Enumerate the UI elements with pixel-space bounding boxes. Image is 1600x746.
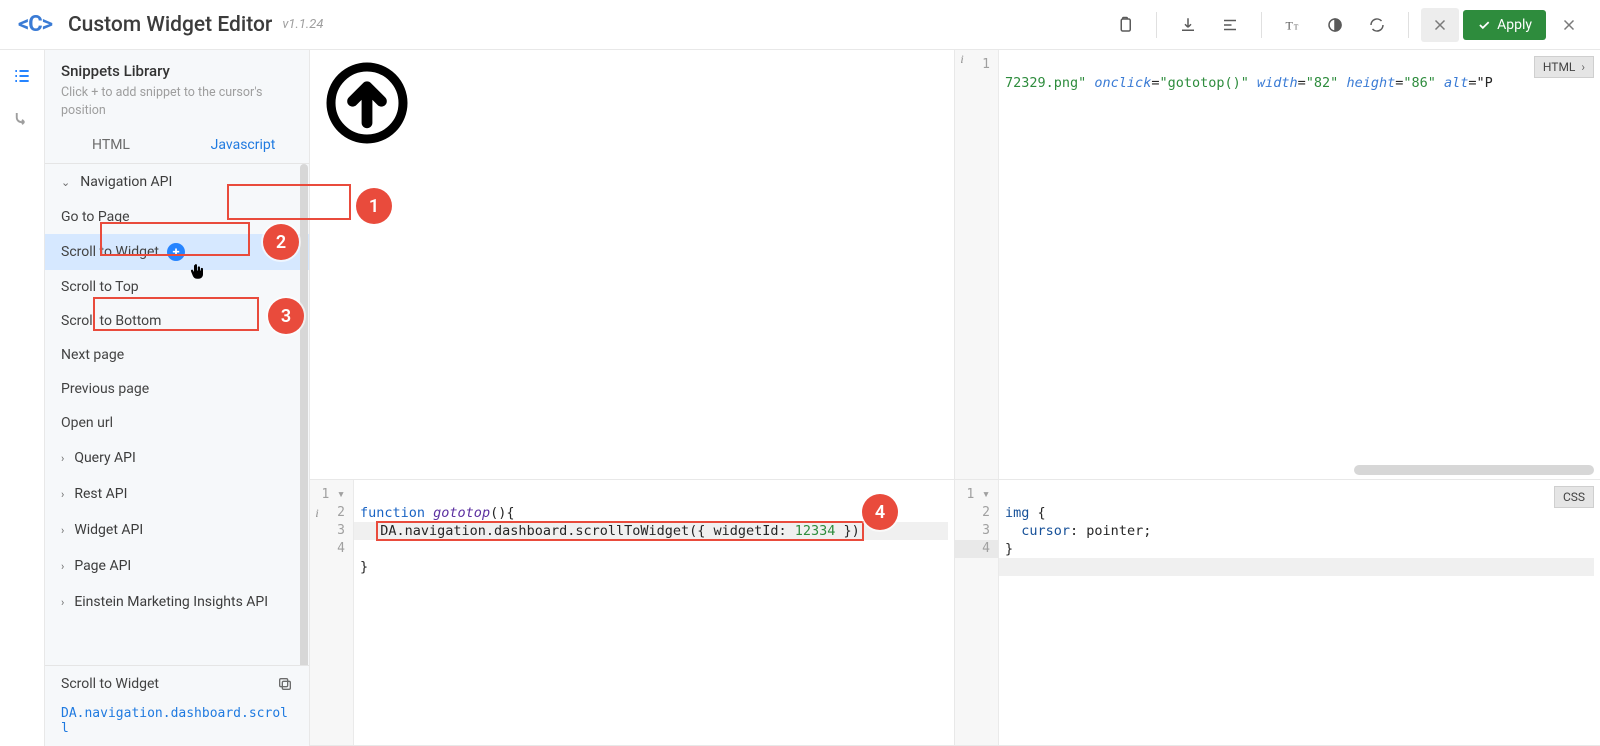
h-scrollbar[interactable] (1354, 465, 1594, 475)
svg-text:T: T (1294, 22, 1299, 31)
html-badge[interactable]: HTML (1534, 56, 1594, 78)
chevron-right-icon: › (61, 596, 64, 609)
group-rest-api[interactable]: › Rest API (45, 476, 309, 512)
sidebar-item-next-page[interactable]: Next page (45, 338, 309, 372)
preview-title: Scroll to Widget (61, 676, 159, 692)
tab-javascript[interactable]: Javascript (177, 127, 309, 163)
page-title: Custom Widget Editor (68, 13, 272, 37)
group-query-api[interactable]: › Query API (45, 440, 309, 476)
info-gutter-icon: i (310, 504, 324, 522)
scrollbar[interactable] (300, 164, 308, 665)
gotop-preview-icon[interactable] (322, 58, 412, 148)
list-icon[interactable] (12, 66, 32, 91)
sidebar-title: Snippets Library (45, 50, 309, 84)
group-label: Query API (74, 450, 136, 466)
arrow-down-icon[interactable] (13, 109, 31, 133)
sidebar-item-open-url[interactable]: Open url (45, 406, 309, 440)
apply-button[interactable]: Apply (1463, 10, 1546, 40)
left-rail (0, 50, 45, 746)
chevron-right-icon: › (61, 560, 64, 573)
sidebar: Snippets Library Click + to add snippet … (45, 50, 310, 746)
sidebar-item-scroll-to-top[interactable]: Scroll to Top (45, 270, 309, 304)
header: <C> Custom Widget Editor v1.1.24 TT Appl… (0, 0, 1600, 50)
sidebar-preview: Scroll to Widget DA.navigation.dashboard… (45, 665, 309, 746)
sidebar-hint: Click + to add snippet to the cursor's p… (45, 84, 309, 127)
chevron-down-icon: ⌄ (61, 176, 70, 189)
css-editor[interactable]: 1 ▾ 2 3 4 img { cursor: pointer; } CSS (955, 480, 1600, 746)
group-label: Page API (74, 558, 131, 574)
text-size-icon[interactable]: TT (1274, 8, 1312, 42)
chevron-right-icon: › (61, 452, 64, 465)
sidebar-tabs: HTML Javascript (45, 127, 309, 164)
group-label: Rest API (74, 486, 127, 502)
group-einstein-api[interactable]: › Einstein Marketing Insights API (45, 584, 309, 620)
group-label: Widget API (74, 522, 143, 538)
close-icon[interactable] (1550, 8, 1588, 42)
group-widget-api[interactable]: › Widget API (45, 512, 309, 548)
sidebar-item-previous-page[interactable]: Previous page (45, 372, 309, 406)
callout-3: 3 (268, 298, 304, 334)
group-navigation-api[interactable]: ⌄ Navigation API (45, 164, 309, 200)
info-gutter-icon: i (955, 50, 969, 68)
callout-2: 2 (263, 224, 299, 260)
group-label: Einstein Marketing Insights API (74, 594, 268, 610)
html-editor[interactable]: i 1 72329.png" onclick="gototop()" width… (955, 50, 1600, 480)
divider (1156, 12, 1157, 38)
group-page-api[interactable]: › Page API (45, 548, 309, 584)
sidebar-item-label: Scroll to Widget (61, 244, 159, 260)
cancel-button[interactable] (1421, 8, 1459, 42)
svg-text:T: T (1286, 18, 1294, 32)
callout-1: 1 (356, 188, 392, 224)
chevron-right-icon: › (61, 524, 64, 537)
tab-html[interactable]: HTML (45, 127, 177, 163)
chevron-right-icon: › (61, 488, 64, 501)
add-icon[interactable]: + (167, 243, 185, 261)
preview-pane (310, 50, 955, 480)
divider (1408, 12, 1409, 38)
main: Snippets Library Click + to add snippet … (0, 50, 1600, 746)
apply-label: Apply (1497, 17, 1532, 33)
divider (1261, 12, 1262, 38)
version-label: v1.1.24 (282, 17, 323, 32)
refresh-icon[interactable] (1358, 8, 1396, 42)
editors: i 1 72329.png" onclick="gototop()" width… (310, 50, 1600, 746)
group-label: Navigation API (80, 174, 172, 190)
logo-icon: <C> (12, 12, 58, 37)
preview-code: DA.navigation.dashboard.scroll (61, 706, 293, 736)
clipboard-icon[interactable] (1106, 8, 1144, 42)
indent-icon[interactable] (1211, 8, 1249, 42)
css-badge[interactable]: CSS (1554, 486, 1594, 508)
download-icon[interactable] (1169, 8, 1207, 42)
callout-4: 4 (862, 494, 898, 530)
js-editor[interactable]: 1 ▾ i2 3 4 function gototop(){ DA.naviga… (310, 480, 955, 746)
contrast-icon[interactable] (1316, 8, 1354, 42)
copy-icon[interactable] (277, 676, 293, 692)
